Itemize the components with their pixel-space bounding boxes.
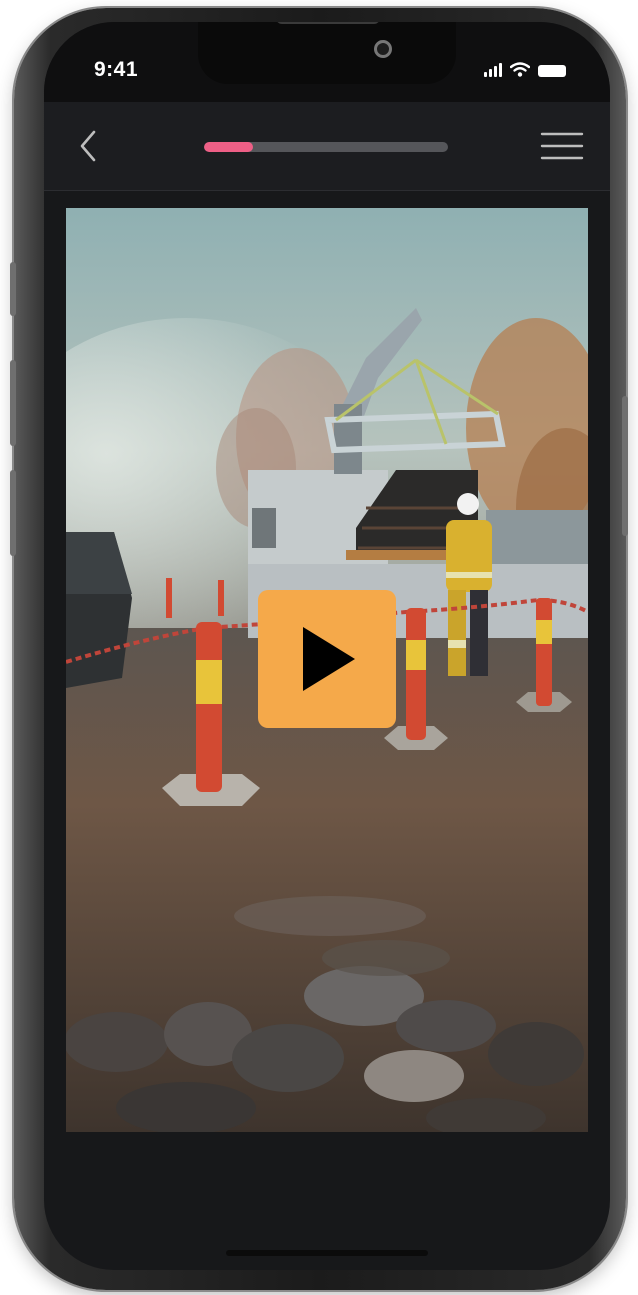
phone-side-button-volume-up bbox=[10, 360, 16, 446]
lesson-progress-fill bbox=[204, 142, 253, 152]
home-indicator[interactable] bbox=[226, 1250, 428, 1256]
notch bbox=[198, 22, 456, 84]
status-time: 9:41 bbox=[94, 58, 139, 81]
play-icon bbox=[303, 627, 355, 691]
speaker-grille bbox=[276, 22, 380, 24]
phone-side-button-mute bbox=[10, 262, 16, 316]
top-nav-bar bbox=[44, 102, 610, 191]
status-bar: 9:41 bbox=[44, 22, 610, 102]
phone-screen: 9:41 bbox=[44, 22, 610, 1270]
menu-button[interactable] bbox=[540, 128, 584, 164]
status-icons bbox=[484, 62, 566, 77]
video-player[interactable] bbox=[66, 208, 588, 1132]
front-camera-icon bbox=[374, 40, 392, 58]
phone-side-button-power bbox=[622, 396, 628, 536]
back-button[interactable] bbox=[74, 128, 104, 164]
battery-icon bbox=[538, 65, 566, 77]
wifi-icon bbox=[510, 62, 530, 77]
play-button[interactable] bbox=[258, 590, 396, 728]
lesson-progress-bar bbox=[204, 142, 448, 152]
signal-icon bbox=[484, 63, 502, 77]
hamburger-menu-icon bbox=[540, 132, 584, 160]
phone-side-button-volume-down bbox=[10, 470, 16, 556]
chevron-left-icon bbox=[80, 130, 96, 162]
